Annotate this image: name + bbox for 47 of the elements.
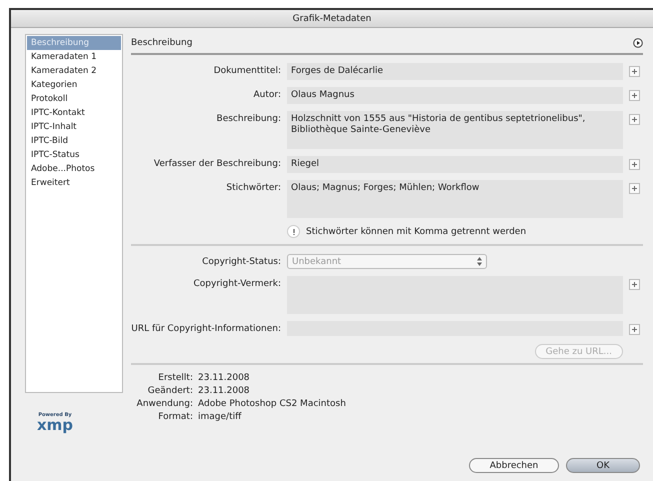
field-label: URL für Copyright-Informationen: (131, 323, 281, 334)
sidebar-item[interactable]: IPTC-Inhalt (27, 120, 121, 134)
sidebar-item[interactable]: Protokoll (27, 92, 121, 106)
expand-icon[interactable] (629, 66, 640, 77)
info-label: Erstellt: (157, 373, 193, 383)
info-icon (287, 225, 300, 238)
stepper-arrows-icon (477, 257, 482, 266)
window-title: Grafik-Metadaten (292, 14, 372, 24)
sidebar-item[interactable]: IPTC-Kontakt (27, 106, 121, 120)
text-field[interactable]: Forges de Dalécarlie (287, 63, 623, 80)
expand-icon[interactable] (629, 114, 640, 125)
info-value: 23.11.2008 (198, 386, 251, 396)
sidebar-item[interactable]: IPTC-Bild (27, 134, 121, 148)
sidebar-item[interactable]: Kameradaten 1 (27, 50, 121, 64)
info-value: Adobe Photoshop CS2 Macintosh (198, 399, 347, 409)
field-label: Stichwörter: (225, 182, 281, 193)
sidebar-item[interactable]: Kameradaten 2 (27, 64, 121, 78)
menu-icon[interactable] (633, 38, 643, 48)
expand-icon[interactable] (629, 279, 640, 290)
expand-icon[interactable] (629, 183, 640, 194)
sidebar-item[interactable]: Erweitert (27, 176, 121, 190)
expand-icon[interactable] (629, 324, 640, 335)
ok-button[interactable]: OK (566, 458, 640, 473)
field-label: Dokumenttitel: (212, 65, 281, 76)
sidebar-item[interactable]: Kategorien (27, 78, 121, 92)
info-value: 23.11.2008 (198, 373, 251, 383)
logo-mark: xmp (36, 418, 74, 433)
expand-icon[interactable] (629, 90, 640, 101)
sidebar-item[interactable]: IPTC-Status (27, 148, 121, 162)
field-label: Beschreibung: (216, 113, 281, 124)
hint-text: Stichwörter können mit Komma getrennt werden (306, 226, 526, 236)
info-value: image/tiff (198, 412, 242, 422)
info-label: Anwendung: (136, 399, 193, 409)
info-label: Geändert: (146, 386, 193, 396)
text-area[interactable]: Holzschnitt von 1555 aus "Historia de gentibus septetrionelibus", Bibliothèque Sainte-Geneviève (287, 111, 623, 149)
field-label: Autor: (252, 89, 281, 100)
field-label: Copyright-Vermerk: (192, 278, 281, 289)
field-label: Verfasser der Beschreibung: (152, 158, 281, 169)
sidebar-item[interactable]: Adobe...Photos (27, 162, 121, 176)
text-area[interactable]: Olaus; Magnus; Forges; Mühlen; Workflow (287, 180, 623, 218)
text-field[interactable]: Olaus Magnus (287, 87, 623, 104)
field-label: Copyright-Status: (201, 256, 281, 267)
expand-icon[interactable] (629, 159, 640, 170)
text-field[interactable]: Riegel (287, 156, 623, 173)
cancel-button[interactable]: Abbrechen (469, 458, 559, 473)
info-label: Format: (157, 412, 193, 422)
panel-title: Beschreibung (131, 38, 192, 48)
